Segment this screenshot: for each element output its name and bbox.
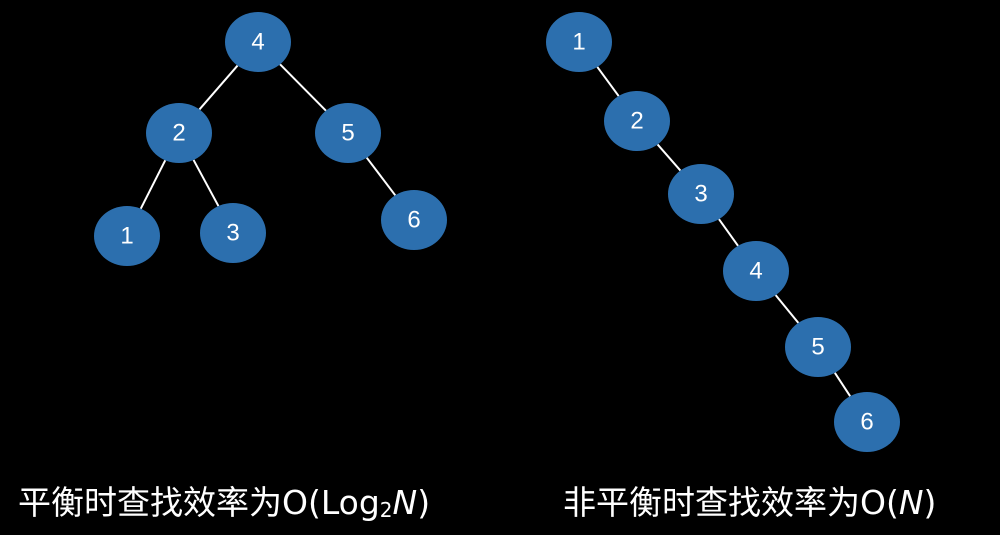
balanced-node-3: 3 [200,203,266,263]
unbalanced-edge-u5-u6 [834,372,851,397]
balanced-node-5: 5 [315,103,381,163]
balanced-tree-caption: 平衡时查找效率为O(Log2N) [18,478,430,535]
unbalanced-node-label: 2 [630,108,643,135]
balanced-edge-b5-b6 [365,157,397,196]
balanced-caption-suffix: ) [417,483,431,522]
balanced-edge-b4-b5 [279,63,327,112]
balanced-caption-prefix: 平衡时查找效率为O(Log [18,483,380,522]
unbalanced-node-1: 1 [546,12,612,72]
unbalanced-tree-nodes: 1 2 3 4 5 6 [546,12,900,452]
balanced-caption-subscript: 2 [379,498,393,522]
balanced-node-4: 4 [225,12,291,72]
balanced-edge-b2-b3 [192,159,220,207]
balanced-tree: 4 2 5 1 3 6 [94,12,447,266]
unbalanced-edge-u3-u4 [718,218,739,247]
unbalanced-node-6: 6 [834,392,900,452]
unbalanced-node-2: 2 [604,91,670,151]
balanced-edge-b4-b2 [198,64,239,111]
unbalanced-caption-variable: N [898,483,924,522]
balanced-node-label: 6 [407,207,420,234]
unbalanced-node-label: 3 [694,181,707,208]
unbalanced-edge-u4-u5 [774,294,800,324]
balanced-tree-nodes: 4 2 5 1 3 6 [94,12,447,266]
unbalanced-caption-suffix: ) [923,483,937,522]
unbalanced-node-label: 5 [811,334,824,361]
unbalanced-edge-u1-u2 [596,66,620,97]
balanced-node-label: 4 [251,29,264,56]
unbalanced-edge-u2-u3 [656,143,682,172]
balanced-edge-b2-b1 [139,159,167,210]
unbalanced-node-label: 6 [860,409,873,436]
tree-diagram: 4 2 5 1 3 6 1 2 3 4 5 6 [94,12,900,452]
balanced-node-label: 2 [172,120,185,147]
unbalanced-node-label: 1 [572,29,585,56]
unbalanced-caption-prefix: 非平衡时查找效率为O( [563,483,899,522]
balanced-node-2: 2 [146,103,212,163]
balanced-node-label: 5 [341,120,354,147]
balanced-node-label: 3 [226,220,239,247]
unbalanced-tree: 1 2 3 4 5 6 [546,12,900,452]
balanced-node-1: 1 [94,206,160,266]
unbalanced-node-3: 3 [668,164,734,224]
balanced-node-6: 6 [381,190,447,250]
balanced-caption-variable: N [392,483,418,522]
unbalanced-tree-caption: 非平衡时查找效率为O(N) [563,478,936,528]
unbalanced-node-4: 4 [723,241,789,301]
balanced-node-label: 1 [120,223,133,250]
unbalanced-node-label: 4 [749,258,762,285]
unbalanced-node-5: 5 [785,317,851,377]
